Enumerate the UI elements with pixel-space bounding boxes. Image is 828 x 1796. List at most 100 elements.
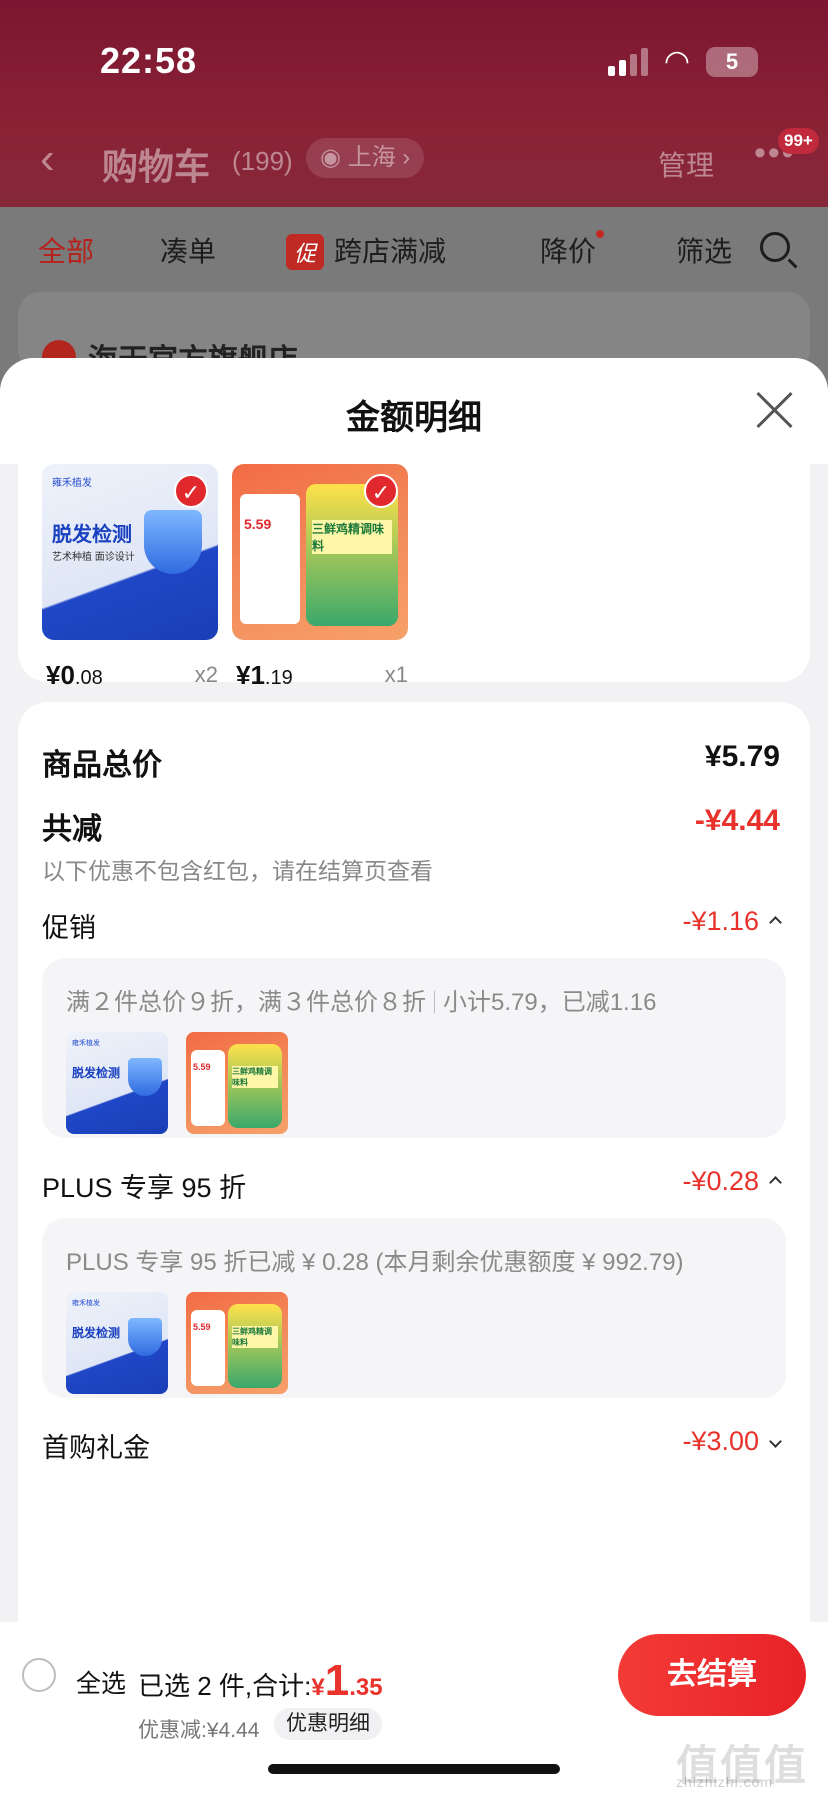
thumbnail-title: 三鲜鸡精调味料: [232, 1326, 278, 1348]
eye-icon: ◉: [320, 144, 348, 171]
thumbnail-title: 三鲜鸡精调味料: [232, 1066, 278, 1088]
navigation-bar: ‹ 购物车 (199) ◉ 上海 › 管理 ••• 99+: [0, 128, 828, 192]
thumbnail-brand: 雍禾植发: [72, 1040, 100, 1047]
product-mini-thumbnail: 5.59 三鲜鸡精调味料: [186, 1032, 288, 1134]
thumbnail-title: 脱发检测: [72, 1066, 121, 1080]
cart-count: (199): [232, 146, 293, 176]
thumbnail-price: 5.59: [193, 1322, 211, 1332]
plus-detail: PLUS 专享 95 折已减 ¥ 0.28 (本月剩余优惠额度 ¥ 992.79…: [66, 1249, 684, 1276]
chevron-up-icon: [769, 1176, 782, 1190]
promo-detail-box: 满２件总价９折，满３件总价８折 小计5.79，已减1.16 雍禾植发 脱发检测 5…: [42, 958, 786, 1138]
battery-icon: 5: [706, 46, 758, 77]
filter-tabs: 全部 凑单 促跨店满减 降价 筛选: [0, 230, 828, 280]
total-integer: 1: [324, 1656, 350, 1705]
select-all-radio[interactable]: [22, 1658, 56, 1692]
plus-toggle[interactable]: -¥0.28: [682, 1166, 782, 1197]
total-price-label: 商品总价: [42, 749, 162, 782]
tab-cross-store-label: 跨店满减: [334, 236, 447, 267]
tab-price-drop-label: 降价: [540, 236, 597, 267]
page-title: 购物车: [102, 146, 211, 187]
thumbnail-price: 5.59: [193, 1062, 211, 1072]
chevron-right-icon: ›: [395, 144, 411, 171]
tab-price-drop[interactable]: 降价: [540, 230, 605, 270]
home-indicator[interactable]: [268, 1764, 560, 1774]
status-icons: ◠ 5: [607, 44, 758, 79]
chevron-down-icon: [769, 1435, 782, 1448]
checkout-bar: 全选 已选 2 件,合计:¥1.35 优惠减:¥4.44 优惠明细 去结算 值值…: [0, 1622, 828, 1796]
tab-all[interactable]: 全部: [38, 230, 94, 270]
plus-value: -¥0.28: [682, 1166, 759, 1196]
back-icon[interactable]: ‹: [40, 134, 55, 184]
thumbnail-brand: 雍禾植发: [52, 478, 92, 489]
plus-detail-box: PLUS 专享 95 折已减 ¥ 0.28 (本月剩余优惠额度 ¥ 992.79…: [42, 1218, 786, 1398]
discount-amount: 优惠减:¥4.44: [138, 1719, 260, 1742]
manage-button[interactable]: 管理: [658, 144, 714, 184]
product-thumbnail: 5.59 三鲜鸡精调味料 ✓: [232, 464, 408, 640]
thumbnail-title: 脱发检测: [52, 524, 132, 546]
checkmark-icon[interactable]: ✓: [364, 474, 398, 508]
first-purchase-value: -¥3.00: [682, 1426, 759, 1456]
first-purchase-toggle[interactable]: -¥3.00: [682, 1426, 782, 1457]
reduction-label: 共减: [42, 813, 102, 846]
total-decimal: .35: [349, 1674, 383, 1701]
checkout-button[interactable]: 去结算: [618, 1634, 806, 1716]
checkmark-icon[interactable]: ✓: [174, 474, 208, 508]
promo-subtotal: 小计5.79，已减1.16: [443, 989, 657, 1016]
location-label: 上海: [347, 144, 396, 171]
amount-detail-sheet: 金额明细 雍禾植发 脱发检测 艺术种植 面诊设计 ✓ ¥0.08 x2 5.59…: [0, 358, 828, 1796]
tab-cross-store[interactable]: 促跨店满减: [286, 230, 446, 270]
tab-add-on[interactable]: 凑单: [160, 230, 216, 270]
promo-rule-text: 满２件总价９折，满３件总价８折: [66, 989, 426, 1016]
chevron-up-icon: [769, 916, 782, 930]
search-icon[interactable]: [760, 232, 790, 262]
product-list: 雍禾植发 脱发检测 艺术种植 面诊设计 ✓ ¥0.08 x2 5.59 三鲜鸡精…: [18, 464, 810, 690]
thumbnail-brand: 雍禾植发: [72, 1300, 100, 1307]
thumbnail-subtitle: 艺术种植 面诊设计: [52, 552, 135, 563]
price-decimal: .19: [264, 667, 293, 689]
price-integer: ¥0: [46, 660, 75, 690]
thumbnail-panel: [240, 494, 300, 624]
product-thumbnail: 雍禾植发 脱发检测 艺术种植 面诊设计 ✓: [42, 464, 218, 640]
shield-icon: [128, 1058, 162, 1096]
product-mini-thumbnail: 雍禾植发 脱发检测: [66, 1032, 168, 1134]
selected-summary: 已选 2 件,合计:¥1.35: [138, 1656, 383, 1706]
thumbnail-title: 脱发检测: [72, 1326, 121, 1340]
sheet-header: 金额明细: [0, 358, 828, 464]
select-all-label[interactable]: 全选: [76, 1664, 126, 1700]
first-purchase-label: 首购礼金: [42, 1433, 150, 1463]
divider: [434, 991, 435, 1013]
thumbnail-title: 三鲜鸡精调味料: [312, 520, 392, 554]
total-price-value: ¥5.79: [704, 740, 780, 773]
shield-icon: [144, 510, 202, 574]
wifi-icon: ◠: [663, 45, 690, 78]
notification-badge: 99+: [778, 128, 819, 154]
promo-value: -¥1.16: [682, 906, 759, 936]
product-quantity: x2: [194, 662, 218, 687]
location-selector[interactable]: ◉ 上海 ›: [306, 138, 425, 178]
promo-rule: 满２件总价９折，满３件总价８折 小计5.79，已减1.16: [66, 982, 656, 1017]
discount-detail-button[interactable]: 优惠明细: [274, 1708, 382, 1740]
reduction-value: -¥4.44: [694, 804, 780, 837]
price-integer: ¥1: [236, 660, 265, 690]
product-mini-thumbnail: 5.59 三鲜鸡精调味料: [186, 1292, 288, 1394]
promo-label: 促销: [42, 913, 96, 943]
product-price: ¥1.19: [236, 660, 293, 691]
shield-icon: [128, 1318, 162, 1356]
total-currency: ¥: [311, 1674, 325, 1701]
red-dot-indicator: [596, 230, 605, 238]
status-time: 22:58: [100, 40, 198, 81]
reduction-note: 以下优惠不包含红包，请在结算页查看: [42, 858, 433, 884]
price-decimal: .08: [74, 667, 103, 689]
product-mini-thumbnail: 雍禾植发 脱发检测: [66, 1292, 168, 1394]
thumbnail-price: 5.59: [244, 516, 272, 532]
tab-filter[interactable]: 筛选: [676, 230, 732, 270]
product-quantity: x1: [384, 662, 408, 687]
close-icon[interactable]: [754, 390, 794, 430]
promo-toggle[interactable]: -¥1.16: [682, 906, 782, 937]
product-price: ¥0.08: [46, 660, 103, 691]
signal-icon: [607, 47, 648, 76]
sheet-title: 金额明细: [346, 399, 482, 437]
plus-label: PLUS 专享 95 折: [42, 1173, 247, 1203]
promo-badge: 促: [286, 234, 325, 270]
selected-count: 已选 2 件,合计:: [138, 1671, 312, 1701]
